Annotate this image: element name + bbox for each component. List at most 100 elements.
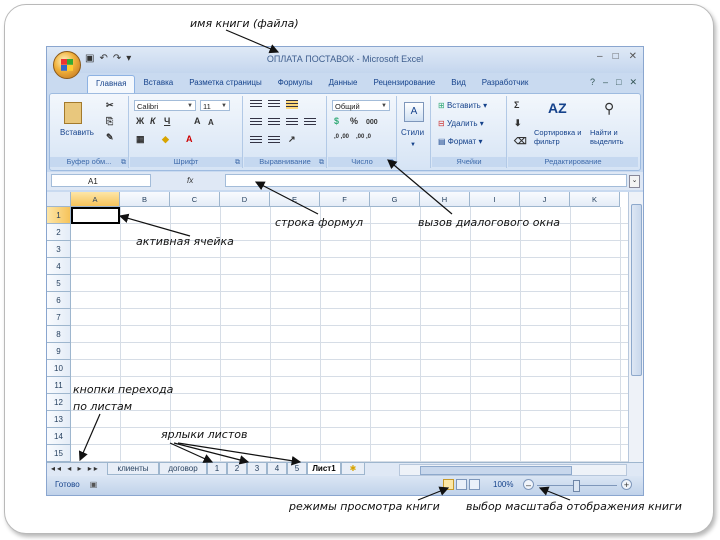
align-bottom-icon[interactable]: [286, 100, 298, 109]
decrease-decimal-button[interactable]: ,00 ,0: [356, 134, 374, 141]
zoom-out-icon[interactable]: –: [523, 479, 534, 490]
select-all-button[interactable]: [47, 192, 71, 207]
horizontal-scrollbar[interactable]: [399, 464, 627, 476]
insert-function-button[interactable]: fx: [187, 176, 193, 185]
find-select-icon[interactable]: ⚲: [604, 100, 614, 117]
row-header-14[interactable]: 14: [47, 428, 71, 445]
sheet-tab-1[interactable]: 1: [207, 463, 227, 475]
vertical-scrollbar[interactable]: [628, 192, 643, 462]
insert-sheet-icon[interactable]: ✱: [341, 463, 365, 475]
macro-record-icon[interactable]: ▣: [90, 480, 98, 489]
page-break-view-button[interactable]: [469, 479, 480, 490]
row-header-5[interactable]: 5: [47, 275, 71, 292]
insert-cells-button[interactable]: ⊞ Вставить ▾: [438, 101, 487, 111]
row-header-8[interactable]: 8: [47, 326, 71, 343]
row-header-13[interactable]: 13: [47, 411, 71, 428]
active-cell[interactable]: [71, 207, 120, 224]
font-dialog-launcher-icon[interactable]: ⧉: [235, 159, 240, 167]
increase-indent-icon[interactable]: [268, 136, 280, 145]
column-header-j[interactable]: J: [520, 192, 570, 207]
underline-button[interactable]: Ч: [164, 116, 170, 127]
italic-button[interactable]: К: [150, 116, 156, 127]
close-icon[interactable]: ✕: [629, 51, 637, 62]
align-middle-icon[interactable]: [268, 100, 280, 109]
sort-filter-icon[interactable]: AZ: [548, 100, 567, 116]
name-box[interactable]: A1: [51, 174, 151, 187]
column-header-e[interactable]: E: [270, 192, 320, 207]
row-header-2[interactable]: 2: [47, 224, 71, 241]
styles-dropdown-icon[interactable]: ▼: [410, 140, 416, 150]
column-header-c[interactable]: C: [170, 192, 220, 207]
font-name-select[interactable]: Calibri ▼: [134, 100, 196, 111]
align-center-icon[interactable]: [268, 118, 280, 127]
sheet-tab-2[interactable]: 2: [227, 463, 247, 475]
ribbon-minimize-icon[interactable]: –: [603, 77, 608, 88]
clipboard-dialog-launcher-icon[interactable]: ⧉: [121, 159, 126, 167]
align-right-icon[interactable]: [286, 118, 298, 127]
maximize-icon[interactable]: □: [613, 51, 619, 62]
row-header-3[interactable]: 3: [47, 241, 71, 258]
row-header-6[interactable]: 6: [47, 292, 71, 309]
row-header-12[interactable]: 12: [47, 394, 71, 411]
column-header-d[interactable]: D: [220, 192, 270, 207]
clear-icon[interactable]: ⌫: [514, 136, 527, 147]
sheet-tab-contract[interactable]: договор: [159, 463, 207, 475]
bold-button[interactable]: Ж: [136, 116, 144, 127]
align-left-icon[interactable]: [250, 118, 262, 127]
vertical-scroll-thumb[interactable]: [631, 204, 642, 376]
row-header-4[interactable]: 4: [47, 258, 71, 275]
column-header-g[interactable]: G: [370, 192, 420, 207]
help-icon[interactable]: ?: [590, 77, 595, 88]
copy-icon[interactable]: ⎘: [106, 116, 113, 127]
currency-icon[interactable]: $: [334, 116, 339, 127]
cut-icon[interactable]: ✂: [106, 100, 114, 111]
percent-button[interactable]: %: [350, 116, 358, 127]
column-header-i[interactable]: I: [470, 192, 520, 207]
number-dialog-launcher-icon[interactable]: ⧉: [389, 159, 394, 167]
tab-home[interactable]: Главная: [87, 75, 136, 94]
minimize-icon[interactable]: –: [597, 51, 603, 62]
tab-insert[interactable]: Вставка: [135, 75, 181, 93]
format-cells-button[interactable]: ▤ Формат ▾: [438, 137, 482, 147]
row-header-10[interactable]: 10: [47, 360, 71, 377]
delete-cells-button[interactable]: ⊟ Удалить ▾: [438, 119, 484, 129]
tab-review[interactable]: Рецензирование: [365, 75, 443, 93]
grow-font-button[interactable]: A: [194, 116, 201, 127]
borders-icon[interactable]: ▦: [136, 134, 145, 145]
sheet-tab-clients[interactable]: клиенты: [107, 463, 159, 475]
row-header-15[interactable]: 15: [47, 445, 71, 462]
styles-button[interactable]: Стили: [401, 128, 424, 138]
sheet-tab-list1[interactable]: Лист1: [307, 463, 341, 475]
zoom-in-icon[interactable]: +: [621, 479, 632, 490]
normal-view-button[interactable]: [443, 479, 454, 490]
ribbon-restore-icon[interactable]: □: [616, 77, 621, 88]
merge-cells-icon[interactable]: [304, 118, 316, 127]
workbook-close-icon[interactable]: ✕: [629, 77, 637, 88]
font-color-icon[interactable]: A: [186, 134, 193, 145]
align-top-icon[interactable]: [250, 100, 262, 109]
styles-icon[interactable]: A: [404, 102, 424, 122]
sheet-tab-3[interactable]: 3: [247, 463, 267, 475]
sheet-tab-5[interactable]: 5: [287, 463, 307, 475]
tab-view[interactable]: Вид: [443, 75, 473, 93]
sheet-tab-4[interactable]: 4: [267, 463, 287, 475]
sort-filter-button[interactable]: Сортировка и фильтр: [534, 128, 586, 146]
office-button[interactable]: [53, 51, 81, 79]
column-header-f[interactable]: F: [320, 192, 370, 207]
row-header-11[interactable]: 11: [47, 377, 71, 394]
expand-formula-bar-icon[interactable]: ⌄: [629, 175, 640, 188]
zoom-slider-knob[interactable]: [573, 480, 580, 492]
zoom-level[interactable]: 100%: [493, 480, 513, 489]
column-header-a[interactable]: A: [71, 192, 120, 207]
tab-formulas[interactable]: Формулы: [270, 75, 321, 93]
row-header-7[interactable]: 7: [47, 309, 71, 326]
formula-input[interactable]: [225, 174, 627, 187]
format-painter-icon[interactable]: ✎: [106, 132, 114, 143]
row-header-1[interactable]: 1: [47, 207, 71, 224]
find-select-button[interactable]: Найти и выделить: [590, 128, 636, 146]
paste-icon[interactable]: [64, 102, 82, 124]
tab-page-layout[interactable]: Разметка страницы: [181, 75, 270, 93]
shrink-font-button[interactable]: A: [208, 117, 214, 128]
column-header-b[interactable]: B: [120, 192, 170, 207]
page-layout-view-button[interactable]: [456, 479, 467, 490]
